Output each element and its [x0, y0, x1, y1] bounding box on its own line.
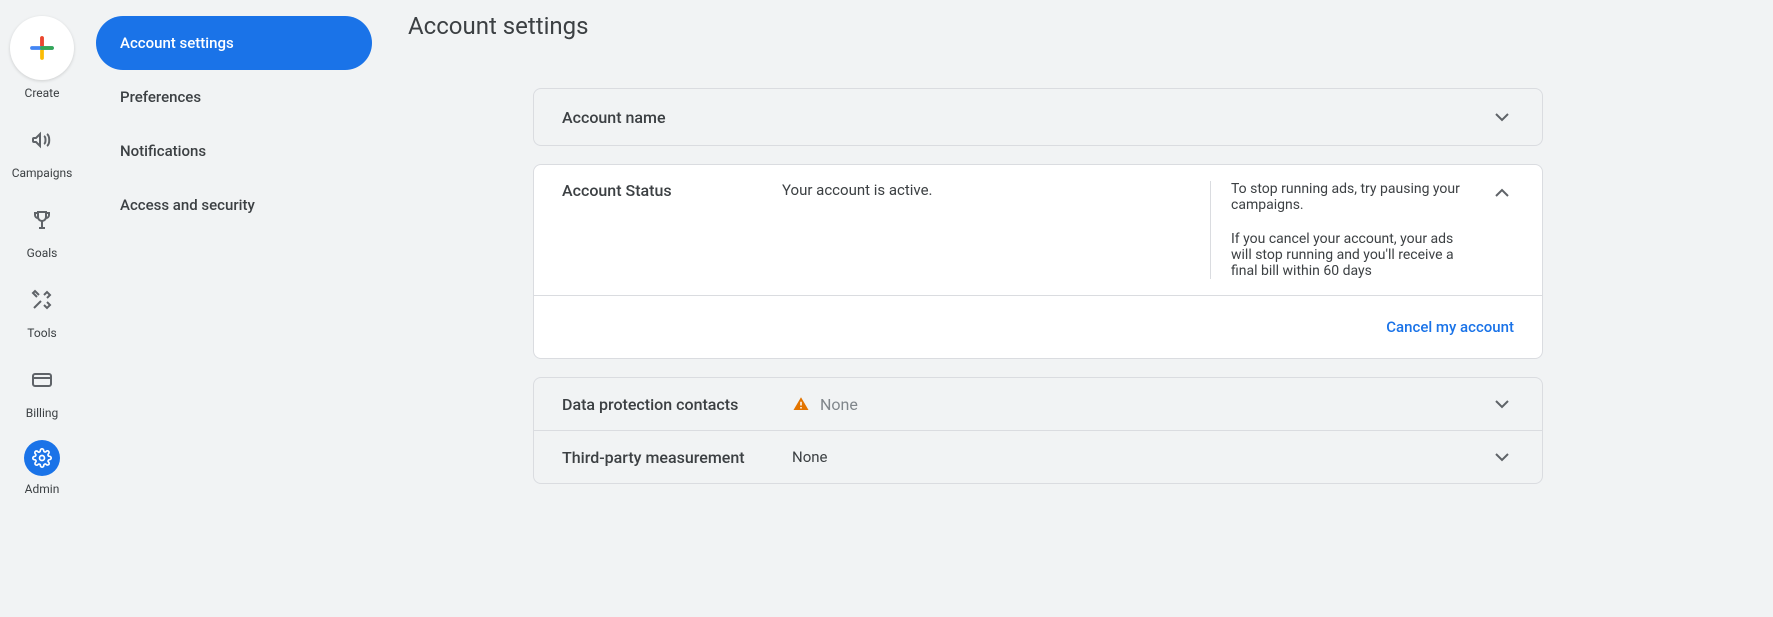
tools-label: Tools — [27, 326, 56, 340]
third-party-value: None — [792, 448, 828, 466]
card-account-name[interactable]: Account name — [533, 88, 1543, 146]
card-account-status: Account Status Your account is active. T… — [533, 164, 1543, 359]
data-protection-title: Data protection contacts — [562, 395, 772, 414]
create-label: Create — [25, 86, 60, 100]
gear-icon — [24, 440, 60, 476]
account-status-title: Account Status — [562, 181, 762, 200]
billing-label: Billing — [26, 406, 59, 420]
rail-tools[interactable]: Tools — [0, 280, 84, 340]
card-third-party[interactable]: Third-party measurement None — [534, 431, 1542, 483]
megaphone-icon — [22, 120, 62, 160]
account-status-text: Your account is active. — [782, 181, 1190, 199]
main-content: Account settings Account name Account St… — [384, 0, 1773, 617]
admin-label: Admin — [25, 482, 60, 496]
account-name-title: Account name — [562, 108, 762, 127]
rail-billing[interactable]: Billing — [0, 360, 84, 420]
wrench-icon — [22, 280, 62, 320]
status-tip-1: To stop running ads, try pausing your ca… — [1231, 181, 1470, 213]
rail-goals[interactable]: Goals — [0, 200, 84, 260]
account-status-header[interactable]: Account Status Your account is active. T… — [534, 165, 1542, 295]
card-group-bottom: Data protection contacts None Third-part… — [533, 377, 1543, 484]
create-button[interactable]: Create — [0, 16, 84, 100]
third-party-title: Third-party measurement — [562, 448, 772, 467]
icon-rail: Create Campaigns — [0, 0, 84, 617]
cancel-account-link[interactable]: Cancel my account — [1386, 318, 1514, 336]
nav-notifications[interactable]: Notifications — [96, 124, 372, 178]
account-status-tips: To stop running ads, try pausing your ca… — [1210, 181, 1470, 279]
card-data-protection[interactable]: Data protection contacts None — [534, 378, 1542, 431]
page-title: Account settings — [408, 12, 1749, 40]
plus-icon — [10, 16, 74, 80]
rail-campaigns[interactable]: Campaigns — [0, 120, 84, 180]
chevron-up-icon — [1490, 181, 1514, 205]
chevron-down-icon — [1490, 105, 1514, 129]
nav-account-settings[interactable]: Account settings — [96, 16, 372, 70]
campaigns-label: Campaigns — [12, 166, 73, 180]
sidenav: Account settings Preferences Notificatio… — [84, 0, 384, 617]
nav-access-security[interactable]: Access and security — [96, 178, 372, 232]
goals-label: Goals — [27, 246, 58, 260]
nav-preferences[interactable]: Preferences — [96, 70, 372, 124]
warning-icon — [792, 395, 810, 413]
status-tip-2: If you cancel your account, your ads wil… — [1231, 231, 1470, 279]
chevron-down-icon — [1490, 392, 1514, 416]
trophy-icon — [22, 200, 62, 240]
chevron-down-icon — [1490, 445, 1514, 469]
data-protection-value: None — [820, 395, 858, 414]
rail-admin[interactable]: Admin — [0, 440, 84, 496]
card-icon — [22, 360, 62, 400]
